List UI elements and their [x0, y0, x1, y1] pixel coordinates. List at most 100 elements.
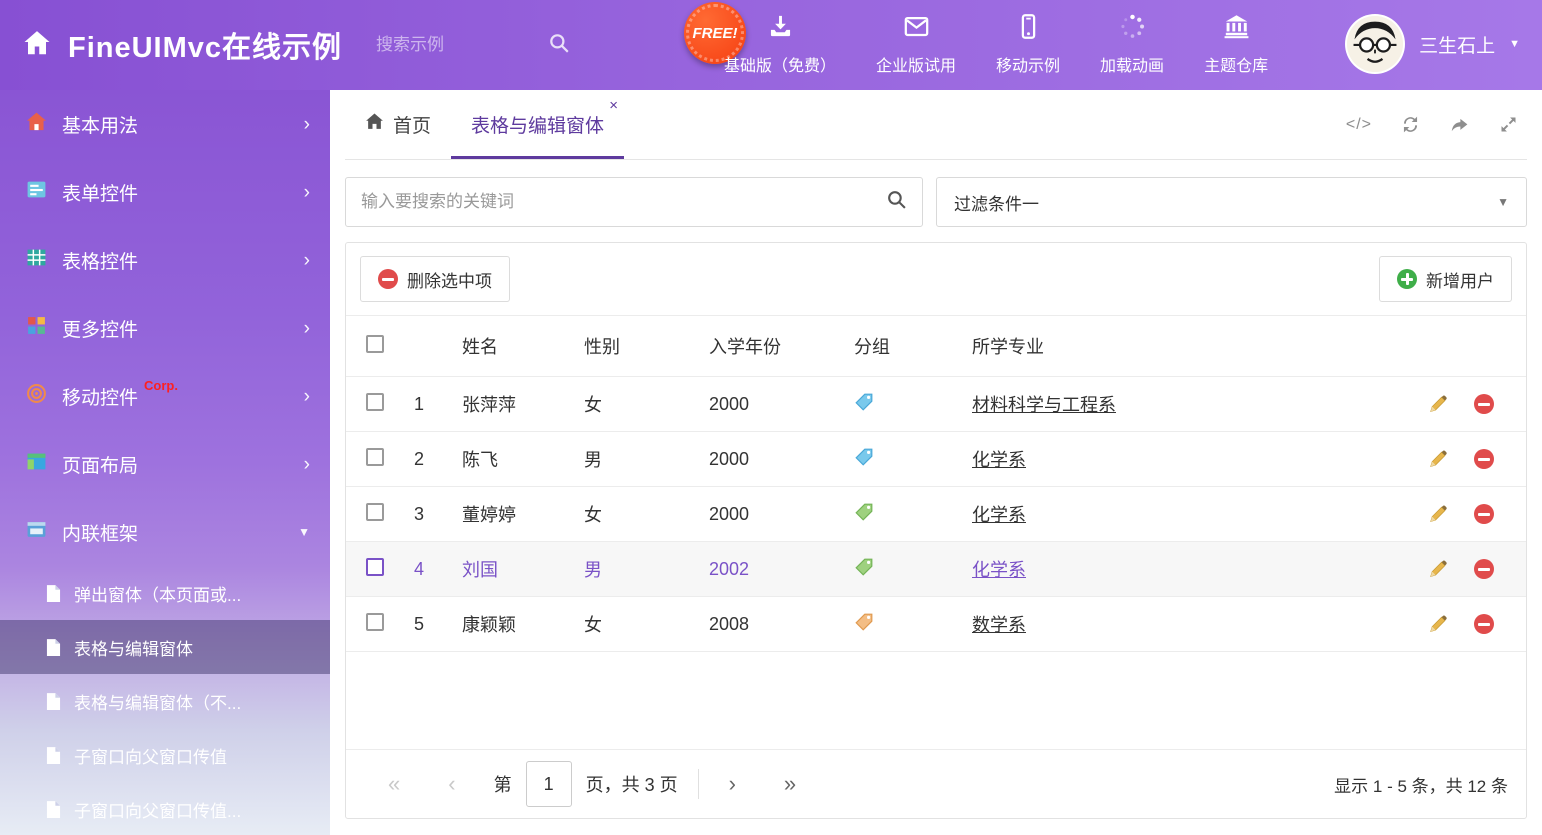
prev-page-button[interactable]: ‹ — [424, 773, 479, 795]
delete-icon[interactable] — [1474, 559, 1494, 579]
fullscreen-icon[interactable] — [1498, 114, 1519, 135]
view-source-icon[interactable]: </> — [1346, 116, 1372, 134]
table-row[interactable]: 2 陈飞 男 2000 化学系 — [346, 432, 1526, 487]
chevron-down-icon: ▼ — [1497, 195, 1509, 209]
page-label-prefix: 第 — [480, 771, 526, 797]
add-user-button[interactable]: 新增用户 — [1379, 256, 1512, 302]
edit-icon[interactable] — [1428, 559, 1448, 579]
edit-icon[interactable] — [1428, 394, 1448, 414]
first-page-button[interactable]: « — [364, 773, 424, 795]
column-header[interactable]: 分组 — [854, 333, 972, 359]
filter-dropdown[interactable]: 过滤条件一 ▼ — [936, 177, 1527, 227]
table-icon — [26, 247, 47, 273]
top-nav: 基础版（免费） 企业版试用 移动示例 — [724, 13, 1268, 76]
home-icon — [26, 111, 47, 137]
close-icon[interactable]: × — [609, 98, 618, 113]
nav-label: 企业版试用 — [876, 52, 956, 76]
row-checkbox[interactable] — [366, 393, 384, 411]
row-index: 1 — [414, 394, 462, 415]
bank-icon — [1223, 13, 1250, 45]
major-link[interactable]: 数学系 — [972, 615, 1026, 635]
select-all-checkbox[interactable] — [366, 335, 384, 353]
edit-icon[interactable] — [1428, 504, 1448, 524]
delete-selected-button[interactable]: 删除选中项 — [360, 256, 510, 302]
table-row[interactable]: 5 康颖颖 女 2008 数学系 — [346, 597, 1526, 652]
sidebar-subitem-grid-edit-window-2[interactable]: 表格与编辑窗体（不... — [0, 674, 330, 728]
sidebar-item-page-layout[interactable]: 页面布局 › — [0, 430, 330, 498]
nav-enterprise-trial[interactable]: 企业版试用 — [876, 13, 956, 76]
top-search-input[interactable] — [376, 35, 536, 55]
nav-basic-free[interactable]: 基础版（免费） — [724, 13, 836, 76]
sidebar-item-inline-frame[interactable]: 内联框架 ▼ — [0, 498, 330, 566]
user-menu[interactable]: 三生石上 ▼ — [1345, 14, 1520, 74]
column-header[interactable]: 所学专业 — [972, 333, 1376, 359]
sidebar-item-grid-controls[interactable]: 表格控件 › — [0, 226, 330, 294]
row-name: 董婷婷 — [462, 501, 584, 527]
major-link[interactable]: 材料科学与工程系 — [972, 395, 1116, 415]
nav-theme-store[interactable]: 主题仓库 — [1204, 13, 1268, 76]
plus-circle-icon — [1397, 269, 1417, 289]
table-row[interactable]: 3 董婷婷 女 2000 化学系 — [346, 487, 1526, 542]
chevron-right-icon: › — [304, 387, 310, 406]
edit-icon[interactable] — [1428, 614, 1448, 634]
sidebar-item-mobile-controls[interactable]: 移动控件 Corp. › — [0, 362, 330, 430]
widgets-icon — [26, 315, 47, 341]
delete-icon[interactable] — [1474, 394, 1494, 414]
sidebar-subitem-grid-edit-window[interactable]: 表格与编辑窗体 — [0, 620, 330, 674]
sidebar-subitem-popup-window[interactable]: 弹出窗体（本页面或... — [0, 566, 330, 620]
share-icon[interactable] — [1449, 114, 1470, 135]
column-header[interactable]: 入学年份 — [709, 333, 854, 359]
nav-mobile-demo[interactable]: 移动示例 — [996, 13, 1060, 76]
edit-icon[interactable] — [1428, 449, 1448, 469]
last-page-button[interactable]: » — [760, 773, 820, 795]
major-link[interactable]: 化学系 — [972, 450, 1026, 470]
major-link[interactable]: 化学系 — [972, 505, 1026, 525]
row-gender: 男 — [584, 556, 709, 582]
sidebar-subitem-child-to-parent[interactable]: 子窗口向父窗口传值 — [0, 728, 330, 782]
sidebar-item-basic-usage[interactable]: 基本用法 › — [0, 90, 330, 158]
tag-icon — [854, 612, 874, 632]
row-checkbox[interactable] — [366, 503, 384, 521]
table-header-row: 姓名 性别 入学年份 分组 所学专业 — [346, 315, 1526, 377]
filter-row: 过滤条件一 ▼ — [345, 177, 1527, 227]
keyword-search-input[interactable] — [361, 192, 886, 212]
delete-icon[interactable] — [1474, 504, 1494, 524]
column-header[interactable]: 性别 — [584, 333, 709, 359]
row-checkbox[interactable] — [366, 558, 384, 576]
search-icon[interactable] — [548, 32, 570, 59]
row-gender: 女 — [584, 391, 709, 417]
tab-home[interactable]: 首页 — [345, 90, 451, 159]
sidebar-item-form-controls[interactable]: 表单控件 › — [0, 158, 330, 226]
delete-icon[interactable] — [1474, 614, 1494, 634]
row-gender: 女 — [584, 611, 709, 637]
avatar[interactable] — [1345, 14, 1405, 74]
column-header[interactable]: 姓名 — [462, 333, 584, 359]
row-name: 陈飞 — [462, 446, 584, 472]
row-checkbox[interactable] — [366, 613, 384, 631]
mobile-icon — [1015, 13, 1042, 45]
row-index: 2 — [414, 449, 462, 470]
nav-loading-animation[interactable]: 加载动画 — [1100, 13, 1164, 76]
nav-label: 加载动画 — [1100, 52, 1164, 76]
chevron-right-icon: › — [304, 319, 310, 338]
table-row[interactable]: 4 刘国 男 2002 化学系 — [346, 542, 1526, 597]
page-number-input[interactable] — [526, 761, 572, 807]
main-content: 首页 表格与编辑窗体 × </> — [330, 90, 1542, 835]
form-icon — [26, 179, 47, 205]
row-group-cell — [854, 392, 972, 417]
brand[interactable]: FineUIMvc在线示例 — [0, 24, 342, 66]
table-row[interactable]: 1 张萍萍 女 2000 材料科学与工程系 — [346, 377, 1526, 432]
tab-grid-edit-window[interactable]: 表格与编辑窗体 × — [451, 90, 624, 159]
delete-icon[interactable] — [1474, 449, 1494, 469]
file-icon — [46, 584, 61, 603]
app-title: FineUIMvc在线示例 — [68, 24, 342, 66]
search-icon[interactable] — [886, 189, 907, 215]
refresh-icon[interactable] — [1400, 114, 1421, 135]
chevron-right-icon: › — [304, 183, 310, 202]
row-index: 4 — [414, 559, 462, 580]
next-page-button[interactable]: › — [705, 773, 760, 795]
sidebar-subitem-child-to-parent-2[interactable]: 子窗口向父窗口传值... — [0, 782, 330, 835]
row-checkbox[interactable] — [366, 448, 384, 466]
major-link[interactable]: 化学系 — [972, 560, 1026, 580]
sidebar-item-more-controls[interactable]: 更多控件 › — [0, 294, 330, 362]
